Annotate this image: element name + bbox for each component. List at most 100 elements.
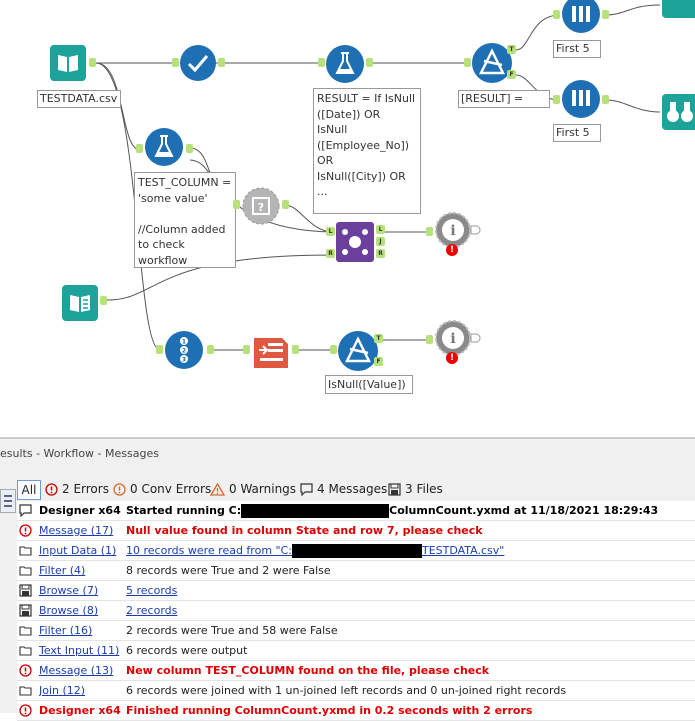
filter-value-true-anchor[interactable]: T [374,334,383,343]
filter-messages-button[interactable]: 4 Messages [300,480,387,498]
message-top-input-anchor[interactable] [426,227,433,236]
sample-top-input-anchor[interactable] [553,10,560,19]
message-source-link[interactable]: Message (17) [39,521,123,540]
browse-tool[interactable] [662,94,695,134]
filter-true-anchor[interactable]: T [507,45,516,54]
transpose-output-anchor[interactable] [292,345,299,354]
formula-tool[interactable] [326,45,364,87]
message-row[interactable]: Browse (8) 2 records [17,601,695,621]
dynamic-rename-tool[interactable]: ? [242,187,280,229]
message-bottom-tool[interactable]: i [435,320,481,364]
message-text-end: TESTDATA.csv" [421,544,505,557]
results-filter-toolbar: All 2 Errors 0 Conv Errors 0 Warnings 4 … [0,477,695,501]
filter-messages-label: 4 Messages [317,482,388,496]
filter-value-tool[interactable] [338,331,378,375]
formula-test-input-anchor[interactable] [136,144,143,153]
message-row[interactable]: Designer x64 Started running C: ColumnCoun… [17,501,695,521]
message-row[interactable]: Input Data (1) 10 records were read from … [17,541,695,561]
message-source-link[interactable]: Input Data (1) [39,541,123,560]
message-source-link[interactable]: Text Input (11) [39,641,123,660]
input-output-anchor[interactable] [89,58,96,67]
sample-bottom-input-anchor[interactable] [553,95,560,104]
record-id-input-anchor[interactable] [156,345,163,354]
warning-icon [210,483,225,496]
message-source-link[interactable]: Filter (4) [39,561,123,580]
filter-all-button[interactable]: All [17,480,41,500]
numbered-list-icon: 1 2 3 [165,331,203,369]
message-row[interactable]: Message (17) Null value found in column S… [17,521,695,541]
filter-warnings-button[interactable]: 0 Warnings [210,480,296,498]
message-source-link[interactable]: Browse (7) [39,581,123,600]
sample-top-label: First 5 [553,40,601,58]
binoculars-icon [662,94,695,130]
message-text[interactable]: 10 records were read from "C: TESTDATA.cs… [126,541,695,560]
record-id-tool[interactable]: 1 2 3 [165,331,203,373]
record-id-output-anchor[interactable] [207,345,214,354]
text-input-tool[interactable] [62,285,98,325]
sample-top-output-anchor[interactable] [602,10,609,19]
filter-expression-label: [RESULT] = PASS [458,90,550,108]
dynamic-rename-input-anchor[interactable] [233,200,240,209]
message-source-link[interactable]: Message (13) [39,661,123,680]
message-row[interactable]: Browse (7) 5 records [17,581,695,601]
folder-icon [19,546,32,556]
text-input-output-anchor[interactable] [100,296,107,305]
workflow-canvas[interactable]: TESTDATA.csv RESULT = If IsNull ([Date])… [0,0,695,437]
formula-test-tool[interactable] [145,128,183,170]
formula-test-output-anchor[interactable] [186,144,193,153]
sample-bottom-label: First 5 [553,124,601,142]
filter-conv-errors-button[interactable]: 0 Conv Errors [113,480,211,498]
message-source-link: Designer x64 [39,504,121,517]
filter-files-button[interactable]: 3 Files [388,480,443,498]
message-source-link[interactable]: Filter (16) [39,621,123,640]
info-gear-icon: i [435,320,481,356]
test-tubes-icon [562,80,600,118]
error-indicator: ! [446,352,458,364]
message-text[interactable]: 2 records [126,601,695,620]
filter-triangle-icon [338,331,378,371]
join-tool[interactable] [336,222,374,266]
message-text: 2 records were True and 58 were False [126,624,338,637]
message-row[interactable]: Filter (4) 8 records were True and 2 were… [17,561,695,581]
formula-input-anchor[interactable] [318,58,325,67]
message-row[interactable]: Text Input (11) 6 records were output [17,641,695,661]
save-icon [388,483,401,496]
output-tool-top[interactable] [662,0,695,24]
join-right-output-anchor[interactable]: R [376,249,385,258]
transpose-input-anchor[interactable] [243,345,250,354]
message-source-link[interactable]: Join (12) [39,681,123,700]
filter-value-input-anchor[interactable] [330,345,337,354]
message-row[interactable]: Join (12) 6 records were joined with 1 un… [17,681,695,701]
filter-input-anchor[interactable] [464,58,471,67]
select-tool[interactable] [180,45,216,85]
join-left-output-anchor[interactable]: L [376,225,385,234]
filter-value-false-anchor[interactable]: F [374,357,383,366]
formula-output-anchor[interactable] [366,58,373,67]
message-top-tool[interactable]: i [435,212,481,256]
message-text: Null value found in column State and row… [126,524,483,537]
message-bottom-input-anchor[interactable] [426,335,433,344]
join-joined-output-anchor[interactable]: J [376,237,385,246]
transpose-tool[interactable] [252,332,290,374]
message-row[interactable]: Filter (16) 2 records were True and 58 we… [17,621,695,641]
select-input-anchor[interactable] [172,58,179,67]
message-text-start: 10 records were read from "C: [126,544,292,557]
message-row[interactable]: Message (13) New column TEST_COLUMN found… [17,661,695,681]
message-row[interactable]: Designer x64 Finished running ColumnCount… [17,701,695,721]
sample-bottom-output-anchor[interactable] [602,95,609,104]
join-right-input-anchor[interactable]: R [326,249,335,258]
sample-bottom-tool[interactable] [562,80,600,122]
filter-tool[interactable] [472,43,512,87]
filter-errors-button[interactable]: 2 Errors [45,480,109,498]
input-data-tool[interactable] [50,45,86,85]
message-text[interactable]: 5 records [126,581,695,600]
filter-false-anchor[interactable]: F [507,70,516,79]
join-left-input-anchor[interactable]: L [326,227,335,236]
dynamic-rename-output-anchor[interactable] [282,200,289,209]
svg-text:i: i [450,331,455,347]
sample-top-tool[interactable] [562,0,600,38]
message-source-link[interactable]: Browse (8) [39,601,123,620]
select-output-anchor[interactable] [218,58,225,67]
svg-text:2: 2 [182,348,186,355]
filter-conv-errors-label: 0 Conv Errors [130,482,212,496]
